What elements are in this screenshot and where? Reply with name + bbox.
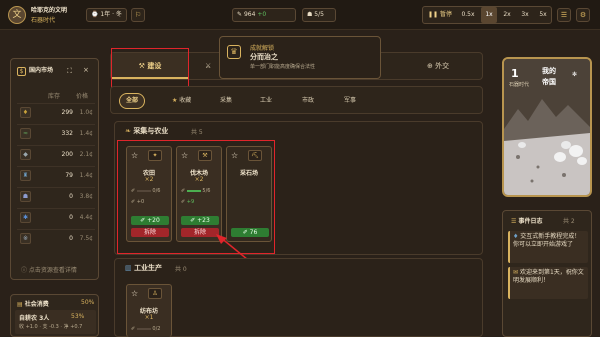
tool-icon: ♜ [20, 170, 31, 181]
stat-resource-b[interactable]: ☗ 5/5 [302, 8, 336, 22]
consumption-percent: 50% [81, 299, 95, 306]
wood-icon: ≈ [20, 128, 31, 139]
event-log-count: 共 2 [563, 218, 575, 225]
globe-icon: ⊕ [427, 62, 436, 70]
country-name-line2: 帝国 [542, 78, 556, 86]
market-title: 国内市场 [29, 67, 54, 74]
snowflake-icon: ✻ [572, 71, 578, 78]
consumer-row[interactable]: 自耕农 3人 53% 收 +1.0 · 支 -0.3 · 净 +0.7 [15, 310, 96, 334]
country-name-line1: 我的 [542, 67, 556, 75]
pause-icon: ❚❚ [428, 11, 440, 18]
highlight-box [111, 48, 189, 90]
filter-military[interactable]: 军事 [337, 93, 363, 109]
section-title: ❧ 采集与农业 [125, 127, 169, 135]
speed-control: ❚❚ 暂停 0.5x 1x 2x 3x 5x [422, 6, 552, 24]
shirt-icon: ♙ [148, 288, 162, 299]
filter-all[interactable]: 全部 [119, 93, 146, 109]
date-display[interactable]: ⌚ 1年 · 冬 [86, 8, 127, 22]
market-row[interactable]: ☗ 0 3.8¢ [17, 187, 95, 204]
stat-resource-a[interactable]: ✎ 964 +0 [232, 8, 296, 22]
stone-icon: ◆ [20, 149, 31, 160]
market-row[interactable]: ✱ 0 4.4¢ [17, 208, 95, 225]
consumption-title: ▤ 社会消费 [17, 301, 49, 308]
chart-icon: ▤ [17, 301, 25, 308]
category-filter: 全部 ★ 收藏 采集 工业 市政 军事 [110, 86, 483, 114]
speed-1x-button[interactable]: 1x [481, 7, 497, 23]
pause-button[interactable]: ❚❚ 暂停 [423, 7, 457, 23]
worker-icon: ✐ [131, 326, 136, 332]
civ-era: 石器时代 [31, 17, 56, 24]
log-entry[interactable]: ♦ 交互式新手教程完成！你可以立即开始游戏了 [508, 231, 588, 263]
filter-favorites[interactable]: ★ 收藏 [165, 93, 198, 109]
grain-icon: ♦ [20, 107, 31, 118]
consumption-panel: ▤ 社会消费 50% 自耕农 3人 53% 收 +1.0 · 支 -0.3 · … [10, 294, 99, 337]
market-row[interactable]: ◆ 200 2.1¢ [17, 145, 95, 162]
ore-icon: ✱ [20, 212, 31, 223]
speed-3x-button[interactable]: 3x [517, 7, 533, 23]
era-label: 石器时代 [509, 82, 530, 88]
market-row[interactable]: ♜ 79 1.4¢ [17, 166, 95, 183]
section-title: ▥ 工业生产 [125, 264, 163, 272]
event-log-title: ☰ 事件日志 [511, 218, 543, 225]
filter-industry[interactable]: 工业 [253, 93, 279, 109]
event-log-panel: ☰ 事件日志 共 2 ♦ 交互式新手教程完成！你可以立即开始游戏了 ✉ 欢迎来到… [502, 210, 592, 337]
expand-icon[interactable]: ⛶ [67, 67, 72, 76]
market-panel: $ 国内市场 ⛶ × 库存 价格 ♦ 299 1.0¢ ≈ 332 1.4¢ ◆… [10, 58, 99, 280]
tab-diplomacy[interactable]: ⊕ 外交 [427, 53, 477, 79]
stock-header: 库存 [48, 93, 61, 100]
worker-line: ✐ 0/2 [131, 326, 161, 332]
market-icon: $ [17, 67, 26, 76]
speed-5x-button[interactable]: 5x [535, 7, 551, 23]
flag-icon[interactable]: ⚐ [131, 8, 145, 22]
cloth-icon: ☗ [20, 191, 31, 202]
filter-gather[interactable]: 采集 [213, 93, 239, 109]
civ-logo-icon: 文 [8, 6, 26, 24]
top-bar: 文 哈耶克的文明 石器时代 ⌚ 1年 · 冬 ⚐ ✎ 964 +0 ☗ 5/5 … [0, 0, 600, 30]
market-footer[interactable]: ⓘ 点击资源查看详情 [21, 265, 77, 274]
log-icon[interactable]: ☰ [557, 8, 571, 22]
chat-icon: ✉ [513, 269, 520, 276]
market-row[interactable]: ≈ 332 1.4¢ [17, 124, 95, 141]
trophy-icon: ♛ [227, 45, 241, 59]
price-header: 价格 [76, 93, 89, 100]
market-row[interactable]: ※ 0 7.5¢ [17, 229, 95, 246]
info-icon: ⓘ [21, 267, 29, 274]
speed-0-5x-button[interactable]: 0.5x [459, 7, 477, 23]
close-icon[interactable]: × [83, 66, 89, 74]
speed-2x-button[interactable]: 2x [499, 7, 515, 23]
settings-icon[interactable]: ⚙ [576, 8, 590, 22]
metal-icon: ※ [20, 233, 31, 244]
calendar-icon: ⌚ [91, 11, 101, 18]
country-card[interactable]: 1 石器时代 我的 帝国 ✻ [502, 57, 592, 197]
achievement-tooltip: ♛ 成就解锁 分而治之 单一部门职能高度确保合法性 [219, 36, 381, 79]
market-row[interactable]: ♦ 299 1.0¢ [17, 103, 95, 120]
factory-icon: ▥ [125, 264, 135, 272]
year-number: 1 [511, 67, 519, 80]
hammer-icon: ✎ [237, 11, 244, 18]
building-card-textile-workshop[interactable]: ☆ ♙ 纺布坊 ×1 ✐ 0/2 [126, 284, 172, 337]
log-entry[interactable]: ✉ 欢迎来到第1天，祝你文明发展顺利！ [508, 267, 588, 299]
people-icon: ⚔ [205, 62, 212, 70]
filter-civic[interactable]: 市政 [295, 93, 321, 109]
favorite-star-icon[interactable]: ☆ [131, 289, 138, 298]
civ-name: 哈耶克的文明 [31, 7, 68, 14]
